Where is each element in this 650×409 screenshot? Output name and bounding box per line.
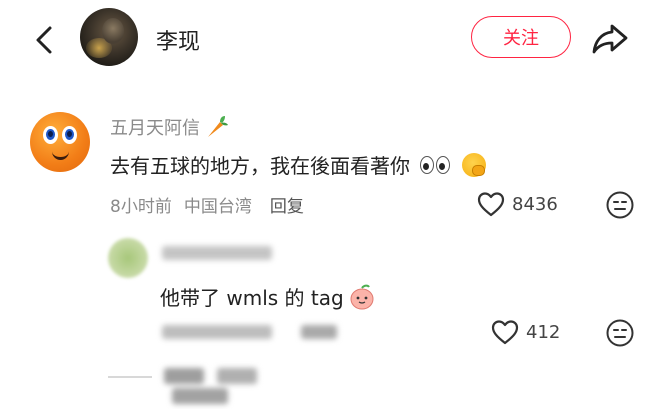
commenter-avatar[interactable] [30, 112, 90, 172]
reply-like-count: 412 [526, 321, 561, 343]
follow-button[interactable]: 关注 [471, 16, 571, 58]
like-button[interactable]: 8436 [476, 190, 558, 218]
back-icon[interactable] [28, 22, 64, 58]
reply-meta-blurred [162, 324, 342, 339]
reply-text-row: 他带了 wmls 的 tag [160, 282, 376, 311]
heart-icon [477, 192, 505, 217]
hush-emoji [462, 152, 486, 177]
reply-like-button[interactable]: 412 [490, 318, 560, 346]
expand-replies-blurred[interactable] [164, 368, 324, 404]
expand-divider [108, 376, 152, 378]
reply-avatar-blurred[interactable] [108, 238, 148, 278]
comment-text: 去有五球的地方，我在後面看著你 [110, 154, 410, 178]
reply-text: 他带了 wmls 的 tag [160, 286, 344, 310]
comment-text-row: 去有五球的地方，我在後面看著你 [110, 150, 486, 179]
carrot-icon [204, 114, 230, 140]
meh-face-icon[interactable] [605, 318, 635, 348]
peach-emoji [348, 283, 376, 311]
comment-time: 8小时前 [110, 197, 172, 217]
like-count: 8436 [512, 193, 558, 215]
commenter-name-text: 五月天阿信 [110, 118, 200, 139]
commenter-name[interactable]: 五月天阿信 [110, 114, 230, 140]
author-avatar[interactable] [80, 8, 138, 66]
reply-username-blurred [162, 246, 272, 260]
author-name[interactable]: 李现 [156, 24, 200, 56]
meh-face-icon[interactable] [605, 190, 635, 220]
eyes-emoji [420, 155, 450, 174]
reply-button[interactable]: 回复 [270, 197, 304, 217]
heart-icon [491, 320, 519, 345]
comment-meta: 8小时前 中国台湾 回复 [110, 192, 304, 217]
comment-location: 中国台湾 [183, 197, 252, 217]
share-icon[interactable] [590, 20, 630, 56]
